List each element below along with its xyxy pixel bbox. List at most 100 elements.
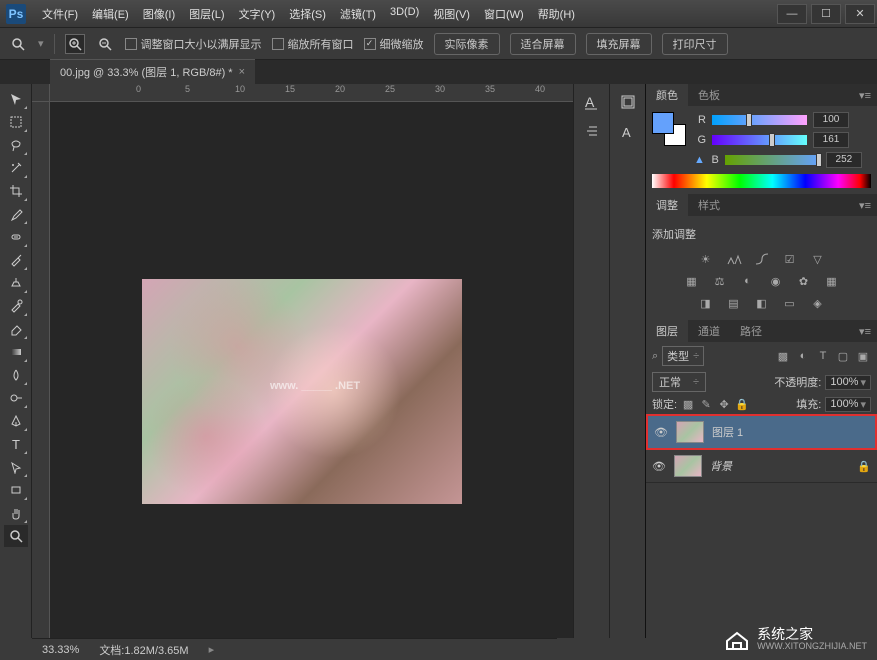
filter-shape-icon[interactable]: ▢ bbox=[835, 348, 851, 364]
color-lookup-icon[interactable]: ▦ bbox=[822, 272, 842, 290]
marquee-tool[interactable] bbox=[4, 111, 28, 133]
status-doc-info[interactable]: 文档:1.82M/3.65M bbox=[99, 642, 188, 658]
tab-channels[interactable]: 通道 bbox=[688, 320, 730, 342]
document-tab[interactable]: 00.jpg @ 33.3% (图层 1, RGB/8#) * × bbox=[50, 59, 255, 84]
g-value[interactable]: 161 bbox=[813, 132, 849, 148]
pen-tool[interactable] bbox=[4, 410, 28, 432]
levels-icon[interactable] bbox=[724, 250, 744, 268]
filter-type-icon[interactable]: T bbox=[815, 348, 831, 364]
menu-type[interactable]: 文字(Y) bbox=[233, 2, 282, 26]
menu-layer[interactable]: 图层(L) bbox=[183, 2, 230, 26]
gradient-map-icon[interactable]: ▭ bbox=[780, 294, 800, 312]
menu-3d[interactable]: 3D(D) bbox=[384, 2, 425, 26]
fill-value[interactable]: 100%▾ bbox=[825, 397, 871, 412]
resize-windows-checkbox[interactable]: 调整窗口大小以满屏显示 bbox=[125, 36, 262, 52]
rectangle-tool[interactable] bbox=[4, 479, 28, 501]
lock-transparency-icon[interactable]: ▩ bbox=[681, 397, 695, 411]
eyedropper-tool[interactable] bbox=[4, 203, 28, 225]
foreground-color-swatch[interactable] bbox=[652, 112, 674, 134]
menu-image[interactable]: 图像(I) bbox=[137, 2, 181, 26]
menu-select[interactable]: 选择(S) bbox=[283, 2, 332, 26]
character-panel-icon[interactable]: A bbox=[580, 90, 604, 114]
canvas-area[interactable]: 0 5 10 15 20 25 30 35 40 www. _____ .NET bbox=[32, 84, 573, 638]
actions-panel-icon[interactable]: A bbox=[616, 120, 640, 144]
zoom-all-checkbox[interactable]: 缩放所有窗口 bbox=[272, 36, 354, 52]
menu-view[interactable]: 视图(V) bbox=[427, 2, 476, 26]
tab-color[interactable]: 颜色 bbox=[646, 84, 688, 106]
r-value[interactable]: 100 bbox=[813, 112, 849, 128]
b-value[interactable]: 252 bbox=[826, 152, 862, 168]
hue-sat-icon[interactable]: ▦ bbox=[682, 272, 702, 290]
brightness-contrast-icon[interactable]: ☀ bbox=[696, 250, 716, 268]
menu-window[interactable]: 窗口(W) bbox=[478, 2, 530, 26]
r-slider[interactable] bbox=[712, 115, 807, 125]
layer-item-1[interactable]: 👁 图层 1 bbox=[646, 414, 877, 450]
adjustments-panel-menu-icon[interactable]: ▾≡ bbox=[853, 199, 877, 212]
tab-layers[interactable]: 图层 bbox=[646, 320, 688, 342]
dodge-tool[interactable] bbox=[4, 387, 28, 409]
paragraph-panel-icon[interactable] bbox=[580, 120, 604, 144]
layers-panel-menu-icon[interactable]: ▾≡ bbox=[853, 325, 877, 338]
color-ramp[interactable] bbox=[652, 174, 871, 188]
layer-item-background[interactable]: 👁 背景 🔒 bbox=[646, 450, 877, 483]
layer-thumbnail[interactable] bbox=[674, 455, 702, 477]
posterize-icon[interactable]: ▤ bbox=[724, 294, 744, 312]
close-button[interactable]: ✕ bbox=[845, 4, 875, 24]
filter-pixel-icon[interactable]: ▩ bbox=[775, 348, 791, 364]
healing-tool[interactable] bbox=[4, 226, 28, 248]
brush-tool[interactable] bbox=[4, 249, 28, 271]
history-brush-tool[interactable] bbox=[4, 295, 28, 317]
layer-filter-kind[interactable]: 类型÷ bbox=[662, 346, 704, 366]
status-arrow-icon[interactable]: ▸ bbox=[209, 643, 215, 656]
filter-search-icon[interactable]: ⌕ bbox=[652, 350, 658, 363]
eraser-tool[interactable] bbox=[4, 318, 28, 340]
tab-adjustments[interactable]: 调整 bbox=[646, 194, 688, 216]
layer-name[interactable]: 图层 1 bbox=[712, 424, 869, 440]
scrubby-zoom-checkbox[interactable]: 细微缩放 bbox=[364, 36, 424, 52]
lock-all-icon[interactable]: 🔒 bbox=[735, 397, 749, 411]
channel-mixer-icon[interactable]: ✿ bbox=[794, 272, 814, 290]
type-tool[interactable]: T bbox=[4, 433, 28, 455]
magic-wand-tool[interactable] bbox=[4, 157, 28, 179]
maximize-button[interactable]: ☐ bbox=[811, 4, 841, 24]
selective-color-icon[interactable]: ◈ bbox=[808, 294, 828, 312]
threshold-icon[interactable]: ◧ bbox=[752, 294, 772, 312]
menu-filter[interactable]: 滤镜(T) bbox=[334, 2, 382, 26]
lock-pixels-icon[interactable]: ✎ bbox=[699, 397, 713, 411]
tab-paths[interactable]: 路径 bbox=[730, 320, 772, 342]
layer-name[interactable]: 背景 bbox=[710, 458, 849, 474]
color-panel-menu-icon[interactable]: ▾≡ bbox=[853, 89, 877, 102]
tab-swatches[interactable]: 色板 bbox=[688, 84, 730, 106]
menu-edit[interactable]: 编辑(E) bbox=[86, 2, 135, 26]
blur-tool[interactable] bbox=[4, 364, 28, 386]
path-selection-tool[interactable] bbox=[4, 456, 28, 478]
horizontal-ruler[interactable]: 0 5 10 15 20 25 30 35 40 bbox=[50, 84, 573, 102]
history-panel-icon[interactable] bbox=[616, 90, 640, 114]
tab-styles[interactable]: 样式 bbox=[688, 194, 730, 216]
filter-smart-icon[interactable]: ▣ bbox=[855, 348, 871, 364]
vertical-ruler[interactable] bbox=[32, 102, 50, 638]
fit-screen-button[interactable]: 适合屏幕 bbox=[510, 33, 576, 55]
photo-filter-icon[interactable]: ◉ bbox=[766, 272, 786, 290]
visibility-icon[interactable]: 👁 bbox=[652, 460, 666, 473]
hand-tool[interactable] bbox=[4, 502, 28, 524]
menu-file[interactable]: 文件(F) bbox=[36, 2, 84, 26]
filter-adjust-icon[interactable]: ◐ bbox=[795, 348, 811, 364]
layer-thumbnail[interactable] bbox=[676, 421, 704, 443]
actual-pixels-button[interactable]: 实际像素 bbox=[434, 33, 500, 55]
color-balance-icon[interactable]: ⚖ bbox=[710, 272, 730, 290]
menu-help[interactable]: 帮助(H) bbox=[532, 2, 581, 26]
bw-icon[interactable]: ◐ bbox=[738, 272, 758, 290]
tab-close-icon[interactable]: × bbox=[239, 66, 245, 78]
zoom-out-icon[interactable] bbox=[95, 34, 115, 54]
move-tool[interactable] bbox=[4, 88, 28, 110]
invert-icon[interactable]: ◨ bbox=[696, 294, 716, 312]
lock-position-icon[interactable]: ✥ bbox=[717, 397, 731, 411]
opacity-value[interactable]: 100%▾ bbox=[825, 375, 871, 390]
blend-mode-select[interactable]: 正常÷ bbox=[652, 372, 706, 392]
gradient-tool[interactable] bbox=[4, 341, 28, 363]
g-slider[interactable] bbox=[712, 135, 807, 145]
vibrance-icon[interactable]: ▽ bbox=[808, 250, 828, 268]
zoom-tool[interactable] bbox=[4, 525, 28, 547]
clone-stamp-tool[interactable] bbox=[4, 272, 28, 294]
